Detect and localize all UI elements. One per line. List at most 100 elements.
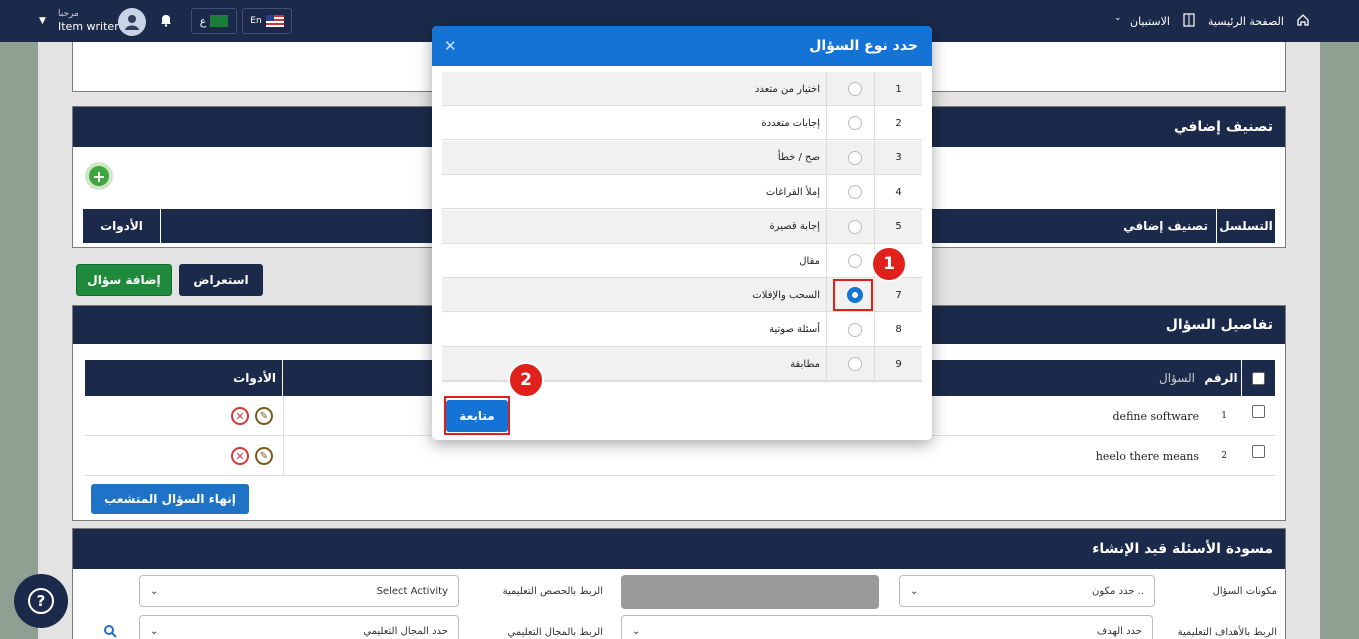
option-number: 9 (874, 347, 922, 382)
page-margin-left (0, 42, 38, 639)
question-text: define software (1112, 409, 1199, 423)
option-number: 2 (874, 106, 922, 141)
option-number: 7 (874, 278, 922, 313)
modal-header: حدد نوع السؤال ✕ (432, 26, 932, 66)
greeting-text: مرحبا (58, 9, 79, 19)
survey-icon (1183, 13, 1195, 27)
table-row: ✎ ✕ heelo there means 2 (85, 436, 1275, 476)
question-type-option[interactable]: اختيار من متعدد 1 (442, 72, 922, 106)
continue-highlight-box (444, 396, 510, 435)
components-select[interactable]: ⌄ حدد مكون .. (899, 575, 1155, 607)
question-number: 1 (1221, 411, 1227, 421)
domain-label: الربط بالمجال التعليمي (507, 626, 603, 638)
activity-select[interactable]: ⌄ Select Activity (139, 575, 459, 607)
question-number: 2 (1221, 451, 1227, 461)
col-sequence-header: التسلسل (1219, 219, 1273, 233)
option-label: إملأ الفراغات (765, 186, 820, 198)
col-tools-header: الأدوات (85, 360, 283, 396)
objective-select-value: حدد الهدف (1096, 625, 1142, 637)
chevron-down-icon: ⌄ (150, 585, 159, 597)
chevron-down-icon[interactable]: ⌄ (1114, 13, 1122, 23)
nav-home-link[interactable]: الصفحة الرئيسية (1208, 13, 1284, 29)
lang-ar-label: ع (199, 14, 207, 28)
option-number: 4 (874, 175, 922, 210)
review-button[interactable]: استعراض (179, 264, 263, 296)
lang-ar-button[interactable]: ع (191, 8, 237, 34)
chevron-down-icon: ⌄ (910, 585, 919, 597)
close-icon[interactable]: ✕ (444, 26, 457, 66)
option-number: 1 (874, 72, 922, 106)
domain-select[interactable]: ⌄ حدد المجال التعليمي (139, 615, 459, 639)
option-number: 8 (874, 312, 922, 347)
finish-branching-question-button[interactable]: إنهاء السؤال المتشعب (91, 484, 249, 514)
lessons-label: الربط بالحصص التعليمية (502, 585, 603, 597)
us-flag-icon (265, 15, 284, 27)
nav-survey-link[interactable]: الاستبيان (1130, 13, 1170, 29)
disabled-field (621, 575, 879, 609)
edit-icon[interactable]: ✎ (255, 447, 273, 465)
lang-en-label: En (250, 16, 262, 26)
drafts-title: مسودة الأسئلة قيد الإنشاء (73, 529, 1285, 569)
select-all-cell (1241, 360, 1275, 396)
col-tools-header: الأدوات (83, 209, 161, 243)
delete-icon[interactable]: ✕ (231, 407, 249, 425)
option-label: مطابقة (790, 358, 820, 370)
chevron-down-icon: ⌄ (150, 625, 159, 637)
page-margin-right (1320, 42, 1359, 639)
question-type-option[interactable]: إجابات متعددة 2 (442, 106, 922, 141)
help-button[interactable]: ? (14, 574, 68, 628)
selected-radio-highlight-box (833, 279, 873, 312)
step-marker-2: 2 (508, 362, 544, 398)
option-number: 3 (874, 140, 922, 175)
plus-icon: + (89, 166, 109, 186)
option-label: إجابات متعددة (761, 117, 820, 129)
components-select-value: حدد مكون .. (1092, 585, 1144, 597)
question-text: heelo there means (1095, 449, 1199, 463)
activity-select-value: Select Activity (376, 585, 448, 597)
question-type-option[interactable]: السحب والإفلات 7 (442, 278, 922, 313)
question-type-option[interactable]: مقال6 (442, 244, 922, 278)
saudi-flag-icon (210, 15, 229, 27)
option-label: مقال (799, 255, 820, 267)
option-label: صح / خطأ (777, 152, 820, 164)
modal-title: حدد نوع السؤال (809, 38, 918, 54)
home-icon[interactable] (1296, 13, 1310, 27)
option-radio[interactable] (848, 82, 862, 96)
drafts-card: مسودة الأسئلة قيد الإنشاء مكونات السؤال … (72, 528, 1286, 639)
search-icon[interactable] (103, 623, 117, 639)
user-name[interactable]: Item writer (58, 20, 119, 33)
objectives-label: الربط بالأهداف التعليمية (1177, 626, 1277, 638)
option-radio[interactable] (848, 150, 862, 165)
row-checkbox[interactable] (1252, 405, 1265, 418)
question-type-option[interactable]: إجابة قصيرة 5 (442, 209, 922, 244)
col-number-header: الرقم (1204, 371, 1238, 385)
edit-icon[interactable]: ✎ (255, 407, 273, 425)
option-radio[interactable] (848, 322, 862, 337)
question-type-option[interactable]: صح / خطأ 3 (442, 140, 922, 175)
lang-en-button[interactable]: En (242, 8, 292, 34)
components-label: مكونات السؤال (1212, 585, 1277, 597)
delete-icon[interactable]: ✕ (231, 447, 249, 465)
row-checkbox[interactable] (1252, 445, 1265, 458)
question-type-modal: حدد نوع السؤال ✕ اختيار من متعدد 1 إجابات … (432, 26, 932, 440)
add-question-button[interactable]: إضافة سؤال (76, 264, 172, 296)
question-type-option[interactable]: أسئلة صوتية 8 (442, 312, 922, 347)
option-label: اختيار من متعدد (754, 83, 820, 95)
option-number: 5 (874, 209, 922, 244)
option-label: إجابة قصيرة (769, 221, 820, 233)
domain-select-value: حدد المجال التعليمي (363, 625, 448, 637)
option-radio[interactable] (848, 219, 862, 234)
option-label: أسئلة صوتية (769, 324, 820, 336)
add-classification-button[interactable]: + (85, 162, 113, 190)
avatar[interactable] (118, 8, 146, 36)
step-marker-1: 1 (871, 246, 907, 282)
question-type-option[interactable]: إملأ الفراغات 4 (442, 175, 922, 210)
objective-select[interactable]: ⌄ حدد الهدف (621, 615, 1153, 639)
option-radio[interactable] (848, 254, 862, 268)
select-all-checkbox[interactable] (1252, 371, 1265, 385)
bell-icon[interactable] (160, 13, 172, 27)
col-classification-header: تصنيف إضافي (1123, 209, 1217, 243)
user-menu-caret-icon[interactable]: ▼ (39, 16, 46, 26)
option-label: السحب والإفلات (752, 289, 820, 301)
col-question-header: السؤال (1159, 371, 1195, 385)
